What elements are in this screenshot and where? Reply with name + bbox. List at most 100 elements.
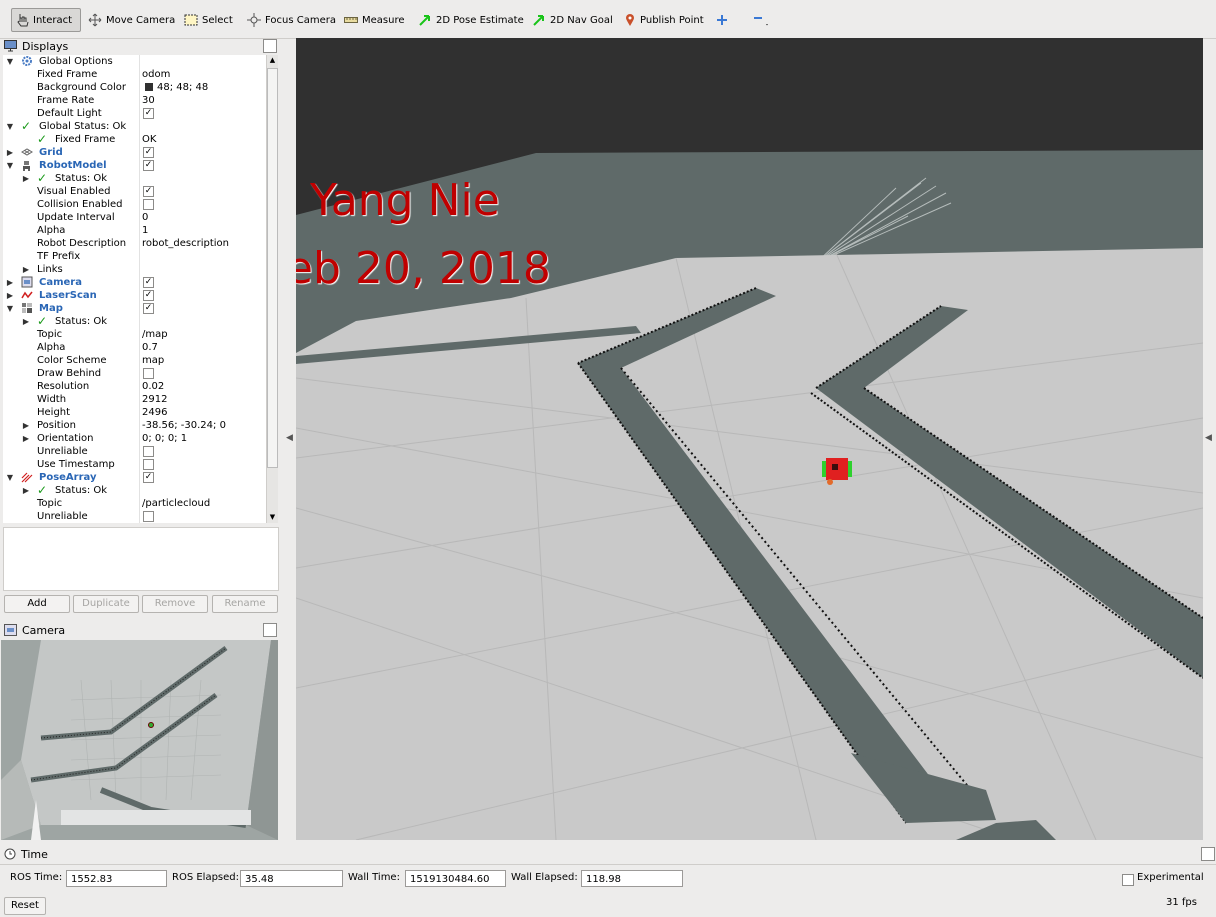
tree-value[interactable]: robot_description: [142, 237, 229, 250]
tree-row-laserscan[interactable]: ▶ LaserScan ✓: [3, 289, 266, 302]
select-tool-button[interactable]: Select: [180, 8, 237, 32]
tree-value[interactable]: 1: [142, 224, 148, 237]
collapsed-arrow-icon[interactable]: ▶: [21, 484, 31, 497]
tree-value[interactable]: odom: [142, 68, 170, 81]
tree-value[interactable]: 0.7: [142, 341, 158, 354]
tree-row-posearray-status[interactable]: ▶ ✓ Status: Ok: [3, 484, 266, 497]
time-undock-button[interactable]: [1201, 847, 1215, 861]
move-camera-tool-button[interactable]: Move Camera: [84, 8, 179, 32]
measure-tool-button[interactable]: Measure: [340, 8, 409, 32]
robotmodel-checkbox[interactable]: ✓: [143, 160, 154, 171]
map-checkbox[interactable]: ✓: [143, 303, 154, 314]
use-timestamp-checkbox[interactable]: [143, 459, 154, 470]
tree-value[interactable]: 30: [142, 94, 155, 107]
collapsed-arrow-icon[interactable]: ▶: [21, 263, 31, 276]
tree-row-use-timestamp[interactable]: Use Timestamp: [3, 458, 266, 471]
tree-row-color-scheme[interactable]: Color Scheme map: [3, 354, 266, 367]
collapsed-arrow-icon[interactable]: ▶: [5, 146, 15, 159]
camera-view[interactable]: [1, 640, 278, 840]
tree-row-background-color[interactable]: Background Color 48; 48; 48: [3, 81, 266, 94]
tree-row-default-light[interactable]: Default Light ✓: [3, 107, 266, 120]
tree-row-fixed-frame[interactable]: Fixed Frame odom: [3, 68, 266, 81]
tree-row-links[interactable]: ▶ Links: [3, 263, 266, 276]
expand-arrow-icon[interactable]: ▼: [5, 120, 15, 133]
grid-checkbox[interactable]: ✓: [143, 147, 154, 158]
collapsed-arrow-icon[interactable]: ▶: [21, 419, 31, 432]
publish-point-tool-button[interactable]: Publish Point: [620, 8, 708, 32]
tree-row-resolution[interactable]: Resolution 0.02: [3, 380, 266, 393]
collapsed-arrow-icon[interactable]: ▶: [21, 172, 31, 185]
tree-row-fixed-frame-status[interactable]: ✓ Fixed Frame OK: [3, 133, 266, 146]
displays-undock-button[interactable]: [263, 39, 277, 53]
tree-row-global-options[interactable]: ▼ Global Options: [3, 55, 266, 68]
tree-row-unreliable[interactable]: Unreliable: [3, 445, 266, 458]
collision-enabled-checkbox[interactable]: [143, 199, 154, 210]
rename-display-button[interactable]: Rename: [212, 595, 278, 613]
tree-row-width[interactable]: Width 2912: [3, 393, 266, 406]
camera-checkbox[interactable]: ✓: [143, 277, 154, 288]
interact-tool-button[interactable]: Interact: [11, 8, 81, 32]
posearray-checkbox[interactable]: ✓: [143, 472, 154, 483]
expand-arrow-icon[interactable]: ▼: [5, 471, 15, 484]
unreliable-checkbox[interactable]: [143, 511, 154, 522]
tree-row-tf-prefix[interactable]: TF Prefix: [3, 250, 266, 263]
expand-arrow-icon[interactable]: ▼: [5, 55, 15, 68]
remove-tool-button[interactable]: [748, 8, 774, 32]
add-tool-button[interactable]: [712, 8, 732, 32]
add-display-button[interactable]: Add: [4, 595, 70, 613]
expand-arrow-icon[interactable]: ▼: [5, 302, 15, 315]
tree-row-alpha[interactable]: Alpha 0.7: [3, 341, 266, 354]
tree-row-alpha[interactable]: Alpha 1: [3, 224, 266, 237]
tree-label: Color Scheme: [37, 355, 107, 366]
collapsed-arrow-icon[interactable]: ▶: [21, 432, 31, 445]
collapsed-arrow-icon[interactable]: ▶: [5, 289, 15, 302]
tree-row-grid[interactable]: ▶ Grid ✓: [3, 146, 266, 159]
collapsed-arrow-icon[interactable]: ▶: [21, 315, 31, 328]
experimental-checkbox[interactable]: [1122, 874, 1134, 886]
tree-row-orientation[interactable]: ▶ Orientation 0; 0; 0; 1: [3, 432, 266, 445]
tree-value[interactable]: 48; 48; 48: [145, 81, 208, 94]
tree-row-camera[interactable]: ▶ Camera ✓: [3, 276, 266, 289]
tree-row-topic[interactable]: Topic /particlecloud: [3, 497, 266, 510]
tree-row-height[interactable]: Height 2496: [3, 406, 266, 419]
wall-elapsed-field[interactable]: 118.98: [581, 870, 683, 887]
focus-camera-tool-button[interactable]: Focus Camera: [243, 8, 340, 32]
displays-scrollbar-thumb[interactable]: [267, 68, 278, 468]
tree-value[interactable]: /particlecloud: [142, 497, 210, 510]
tree-row-visual-enabled[interactable]: Visual Enabled ✓: [3, 185, 266, 198]
draw-behind-checkbox[interactable]: [143, 368, 154, 379]
2d-nav-goal-tool-button[interactable]: 2D Nav Goal: [528, 8, 617, 32]
scroll-down-icon[interactable]: ▼: [267, 512, 278, 523]
wall-time-field[interactable]: 1519130484.60: [405, 870, 506, 887]
tree-value[interactable]: /map: [142, 328, 168, 341]
tree-row-draw-behind[interactable]: Draw Behind: [3, 367, 266, 380]
reset-button[interactable]: Reset: [4, 897, 46, 915]
tree-row-collision-enabled[interactable]: Collision Enabled: [3, 198, 266, 211]
tree-value[interactable]: map: [142, 354, 164, 367]
laserscan-checkbox[interactable]: ✓: [143, 290, 154, 301]
duplicate-display-button[interactable]: Duplicate: [73, 595, 139, 613]
default-light-checkbox[interactable]: ✓: [143, 108, 154, 119]
camera-undock-button[interactable]: [263, 623, 277, 637]
tree-row-update-interval[interactable]: Update Interval 0: [3, 211, 266, 224]
3d-render-view[interactable]: Yang Nie Feb 20, 2018: [296, 38, 1203, 840]
tree-row-map-status[interactable]: ▶ ✓ Status: Ok: [3, 315, 266, 328]
tree-row-frame-rate[interactable]: Frame Rate 30: [3, 94, 266, 107]
unreliable-checkbox[interactable]: [143, 446, 154, 457]
tree-row-position[interactable]: ▶ Position -38.56; -30.24; 0: [3, 419, 266, 432]
tree-row-unreliable[interactable]: Unreliable: [3, 510, 266, 523]
tree-row-robotmodel-status[interactable]: ▶ ✓ Status: Ok: [3, 172, 266, 185]
tree-row-topic[interactable]: Topic /map: [3, 328, 266, 341]
collapse-left-icon[interactable]: ◀: [286, 433, 293, 443]
2d-pose-estimate-tool-button[interactable]: 2D Pose Estimate: [414, 8, 528, 32]
ros-elapsed-field[interactable]: 35.48: [240, 870, 343, 887]
remove-display-button[interactable]: Remove: [142, 595, 208, 613]
collapsed-arrow-icon[interactable]: ▶: [5, 276, 15, 289]
visual-enabled-checkbox[interactable]: ✓: [143, 186, 154, 197]
expand-arrow-icon[interactable]: ▼: [5, 159, 15, 172]
tree-row-robot-description[interactable]: Robot Description robot_description: [3, 237, 266, 250]
scroll-up-icon[interactable]: ▲: [267, 55, 278, 66]
ros-time-field[interactable]: 1552.83: [66, 870, 167, 887]
collapse-right-icon[interactable]: ◀: [1205, 433, 1212, 443]
tree-value[interactable]: 0: [142, 211, 148, 224]
